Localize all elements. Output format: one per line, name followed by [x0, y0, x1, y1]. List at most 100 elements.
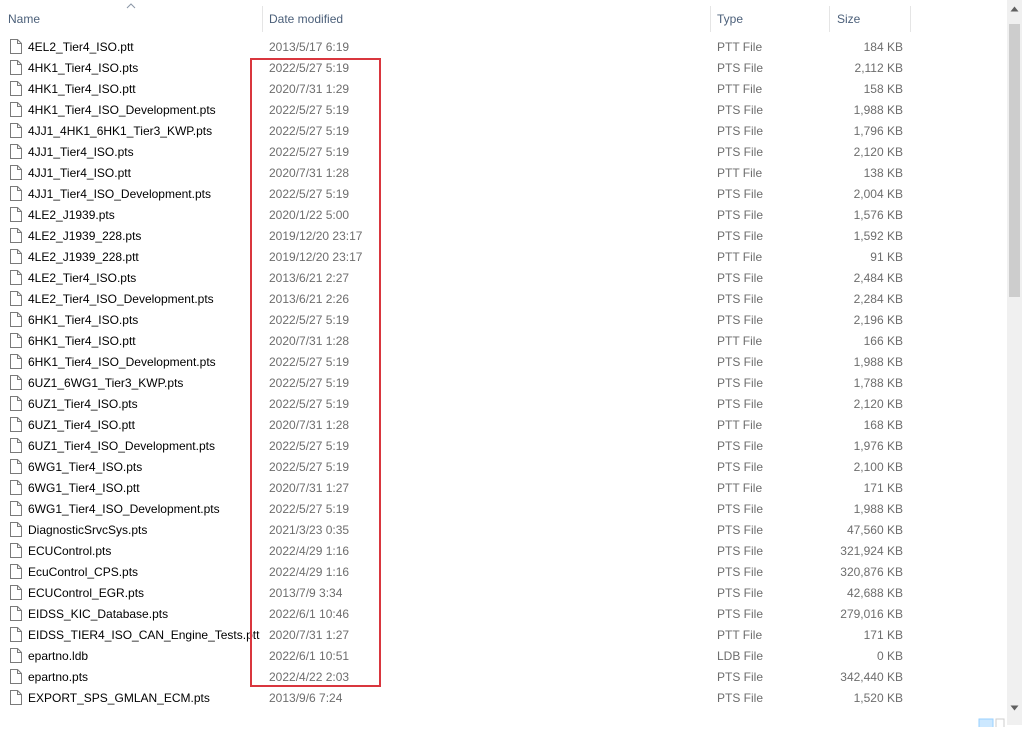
- file-name-cell[interactable]: 4JJ1_Tier4_ISO_Development.pts: [10, 184, 260, 205]
- file-row[interactable]: 6UZ1_Tier4_ISO.ptt 2020/7/31 1:28 PTT File…: [0, 415, 1007, 436]
- file-type-cell: PTT File: [717, 418, 763, 432]
- file-row[interactable]: 4HK1_Tier4_ISO_Development.pts 2022/5/27 …: [0, 100, 1007, 121]
- file-row[interactable]: 4JJ1_Tier4_ISO.pts 2022/5/27 5:19 PTS File…: [0, 142, 1007, 163]
- file-row[interactable]: 6HK1_Tier4_ISO.pts 2022/5/27 5:19 PTS File…: [0, 310, 1007, 331]
- file-name-cell[interactable]: 4LE2_J1939_228.pts: [10, 226, 260, 247]
- file-name-cell[interactable]: 6UZ1_Tier4_ISO.ptt: [10, 415, 260, 436]
- file-name-cell[interactable]: 6HK1_Tier4_ISO.pts: [10, 310, 260, 331]
- file-name-cell[interactable]: 4JJ1_Tier4_ISO.pts: [10, 142, 260, 163]
- file-date-cell: 2022/4/22 2:03: [269, 670, 350, 684]
- file-name-cell[interactable]: 6HK1_Tier4_ISO.ptt: [10, 331, 260, 352]
- file-row[interactable]: 4LE2_Tier4_ISO.pts 2013/6/21 2:27 PTS File…: [0, 268, 1007, 289]
- file-row[interactable]: 6WG1_Tier4_ISO_Development.pts 2022/5/27 …: [0, 499, 1007, 520]
- file-name-text: 4JJ1_Tier4_ISO.ptt: [28, 166, 131, 180]
- file-row[interactable]: 6UZ1_6WG1_Tier3_KWP.pts 2022/5/27 5:19 PTS…: [0, 373, 1007, 394]
- view-mode-toggle[interactable]: [978, 716, 1006, 729]
- file-row[interactable]: EcuControl_CPS.pts 2022/4/29 1:16 PTS File…: [0, 562, 1007, 583]
- file-name-cell[interactable]: 6WG1_Tier4_ISO.ptt: [10, 478, 260, 499]
- file-name-cell[interactable]: 6HK1_Tier4_ISO_Development.pts: [10, 352, 260, 373]
- file-name-cell[interactable]: 4LE2_Tier4_ISO.pts: [10, 268, 260, 289]
- file-row[interactable]: ECUControl.pts 2022/4/29 1:16 PTS File 321,…: [0, 541, 1007, 562]
- file-row[interactable]: 4JJ1_Tier4_ISO_Development.pts 2022/5/27 …: [0, 184, 1007, 205]
- file-row[interactable]: 4EL2_Tier4_ISO.ptt 2013/5/17 6:19 PTT File…: [0, 37, 1007, 58]
- file-row[interactable]: 4LE2_Tier4_ISO_Development.pts 2013/6/21 …: [0, 289, 1007, 310]
- file-size-cell: 168 KB: [863, 418, 903, 432]
- column-divider[interactable]: [910, 6, 911, 32]
- file-row[interactable]: EIDSS_TIER4_ISO_CAN_Engine_Tests.ptt 2020…: [0, 625, 1007, 646]
- file-row[interactable]: epartno.pts 2022/4/22 2:03 PTS File 342,440…: [0, 667, 1007, 688]
- vertical-scrollbar[interactable]: [1007, 0, 1022, 725]
- file-row[interactable]: EXPORT_SPS_GMLAN_ECM.pts 2013/9/6 7:24 PTS…: [0, 688, 1007, 709]
- scrollbar-thumb[interactable]: [1009, 24, 1020, 297]
- file-icon: [10, 605, 22, 621]
- file-row[interactable]: 6WG1_Tier4_ISO.pts 2022/5/27 5:19 PTS File…: [0, 457, 1007, 478]
- column-header-date-modified[interactable]: Date modified: [263, 0, 711, 36]
- file-name-cell[interactable]: 4HK1_Tier4_ISO_Development.pts: [10, 100, 260, 121]
- file-type-cell: PTS File: [717, 586, 764, 600]
- details-view-icon[interactable]: [978, 718, 1006, 729]
- file-name-cell[interactable]: 4LE2_Tier4_ISO_Development.pts: [10, 289, 260, 310]
- file-name-cell[interactable]: 6UZ1_6WG1_Tier3_KWP.pts: [10, 373, 260, 394]
- file-name-text: 6UZ1_6WG1_Tier3_KWP.pts: [28, 376, 184, 390]
- file-icon: [10, 311, 22, 327]
- file-name-text: 4LE2_Tier4_ISO.pts: [28, 271, 137, 285]
- file-row[interactable]: 6UZ1_Tier4_ISO.pts 2022/5/27 5:19 PTS File…: [0, 394, 1007, 415]
- file-row[interactable]: ECUControl_EGR.pts 2013/7/9 3:34 PTS File 4…: [0, 583, 1007, 604]
- file-icon: [10, 59, 22, 75]
- file-date-cell: 2019/12/20 23:17: [269, 229, 363, 243]
- column-header-size-label: Size: [837, 12, 861, 26]
- file-size-cell: 1,520 KB: [853, 691, 903, 705]
- file-icon: [10, 248, 22, 264]
- column-header-type[interactable]: Type: [711, 0, 830, 36]
- column-header-name[interactable]: Name: [0, 0, 263, 36]
- file-name-cell[interactable]: DiagnosticSrvcSys.pts: [10, 520, 260, 541]
- file-icon: [10, 479, 22, 495]
- file-name-cell[interactable]: ECUControl.pts: [10, 541, 260, 562]
- file-name-cell[interactable]: 6UZ1_Tier4_ISO.pts: [10, 394, 260, 415]
- file-row[interactable]: 6WG1_Tier4_ISO.ptt 2020/7/31 1:27 PTT File…: [0, 478, 1007, 499]
- file-name-cell[interactable]: EcuControl_CPS.pts: [10, 562, 260, 583]
- file-name-cell[interactable]: 6WG1_Tier4_ISO_Development.pts: [10, 499, 260, 520]
- file-row[interactable]: DiagnosticSrvcSys.pts 2021/3/23 0:35 PTS F…: [0, 520, 1007, 541]
- file-type-cell: PTT File: [717, 334, 763, 348]
- file-icon: [10, 290, 22, 306]
- file-name-cell[interactable]: 4HK1_Tier4_ISO.ptt: [10, 79, 260, 100]
- file-row[interactable]: 6HK1_Tier4_ISO.ptt 2020/7/31 1:28 PTT File…: [0, 331, 1007, 352]
- file-row[interactable]: 4JJ1_Tier4_ISO.ptt 2020/7/31 1:28 PTT File…: [0, 163, 1007, 184]
- file-name-cell[interactable]: 4LE2_J1939.pts: [10, 205, 260, 226]
- file-row[interactable]: 4LE2_J1939_228.pts 2019/12/20 23:17 PTS Fi…: [0, 226, 1007, 247]
- file-name-cell[interactable]: 4JJ1_Tier4_ISO.ptt: [10, 163, 260, 184]
- file-date-cell: 2022/5/27 5:19: [269, 313, 350, 327]
- file-name-text: 4EL2_Tier4_ISO.ptt: [28, 40, 134, 54]
- file-type-cell: PTS File: [717, 313, 764, 327]
- file-name-cell[interactable]: EIDSS_KIC_Database.pts: [10, 604, 260, 625]
- file-name-text: EIDSS_TIER4_ISO_CAN_Engine_Tests.ptt: [28, 628, 260, 642]
- file-row[interactable]: 4LE2_J1939.pts 2020/1/22 5:00 PTS File 1,57…: [0, 205, 1007, 226]
- file-name-cell[interactable]: EXPORT_SPS_GMLAN_ECM.pts: [10, 688, 260, 709]
- file-type-cell: PTS File: [717, 124, 764, 138]
- file-row[interactable]: 4HK1_Tier4_ISO.pts 2022/5/27 5:19 PTS File…: [0, 58, 1007, 79]
- file-name-cell[interactable]: 4LE2_J1939_228.ptt: [10, 247, 260, 268]
- file-type-cell: PTS File: [717, 103, 764, 117]
- file-type-cell: PTS File: [717, 271, 764, 285]
- file-row[interactable]: 4JJ1_4HK1_6HK1_Tier3_KWP.pts 2022/5/27 5:…: [0, 121, 1007, 142]
- file-row[interactable]: 6UZ1_Tier4_ISO_Development.pts 2022/5/27 …: [0, 436, 1007, 457]
- file-name-text: ECUControl.pts: [28, 544, 112, 558]
- file-name-cell[interactable]: EIDSS_TIER4_ISO_CAN_Engine_Tests.ptt: [10, 625, 260, 646]
- file-row[interactable]: EIDSS_KIC_Database.pts 2022/6/1 10:46 PTS …: [0, 604, 1007, 625]
- scroll-up-arrow-icon[interactable]: [1010, 6, 1019, 12]
- file-name-cell[interactable]: 4JJ1_4HK1_6HK1_Tier3_KWP.pts: [10, 121, 260, 142]
- file-name-cell[interactable]: 6UZ1_Tier4_ISO_Development.pts: [10, 436, 260, 457]
- file-name-cell[interactable]: 4EL2_Tier4_ISO.ptt: [10, 37, 260, 58]
- file-name-cell[interactable]: epartno.ldb: [10, 646, 260, 667]
- file-name-cell[interactable]: 4HK1_Tier4_ISO.pts: [10, 58, 260, 79]
- file-name-cell[interactable]: ECUControl_EGR.pts: [10, 583, 260, 604]
- column-header-size[interactable]: Size: [830, 0, 911, 36]
- file-row[interactable]: 4LE2_J1939_228.ptt 2019/12/20 23:17 PTT Fi…: [0, 247, 1007, 268]
- file-row[interactable]: epartno.ldb 2022/6/1 10:51 LDB File 0 KB: [0, 646, 1007, 667]
- file-row[interactable]: 4HK1_Tier4_ISO.ptt 2020/7/31 1:29 PTT File…: [0, 79, 1007, 100]
- scroll-down-arrow-icon[interactable]: [1010, 705, 1019, 711]
- file-name-cell[interactable]: 6WG1_Tier4_ISO.pts: [10, 457, 260, 478]
- file-row[interactable]: 6HK1_Tier4_ISO_Development.pts 2022/5/27 …: [0, 352, 1007, 373]
- file-name-cell[interactable]: epartno.pts: [10, 667, 260, 688]
